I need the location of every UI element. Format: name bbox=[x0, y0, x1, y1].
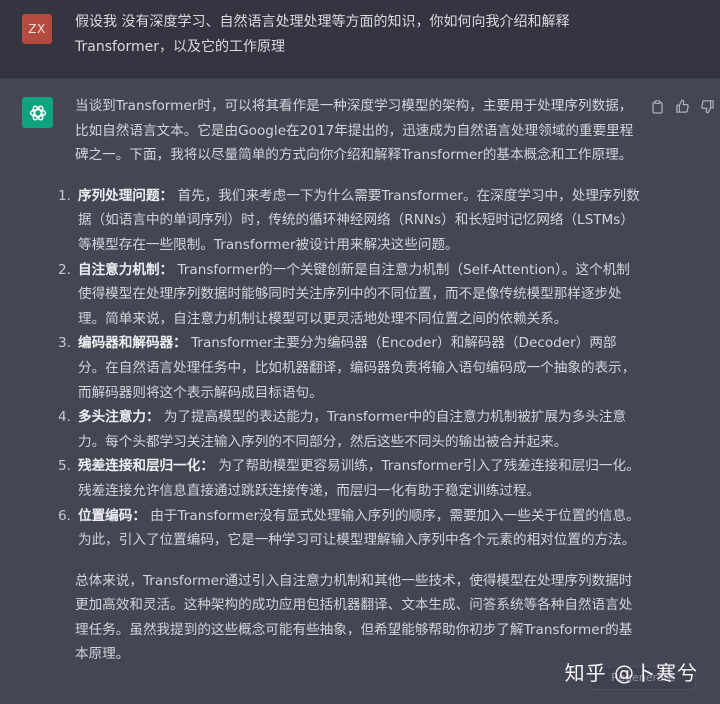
list-item-title: 残差连接和层归一化： bbox=[78, 458, 214, 475]
list-number: 1. bbox=[58, 187, 71, 204]
list-number: 5. bbox=[58, 458, 71, 475]
list-number: 4. bbox=[58, 409, 71, 426]
chat-page: ZX 假设我 没有深度学习、自然语言处理处理等方面的知识，你如何向我介绍和解释T… bbox=[0, 0, 720, 704]
clipboard-icon[interactable] bbox=[649, 98, 666, 115]
list-item: 4. 多头注意力： 为了提高模型的表达能力，Transformer中的自注意力机… bbox=[58, 405, 643, 454]
assistant-message-body: 当谈到Transformer时，可以将其看作是一种深度学习模型的架构，主要用于处… bbox=[58, 94, 643, 667]
list-item: 6. 位置编码： 由于Transformer没有显式处理输入序列的顺序，需要加入… bbox=[58, 504, 643, 553]
intro-paragraph: 当谈到Transformer时，可以将其看作是一种深度学习模型的架构，主要用于处… bbox=[75, 98, 634, 164]
message-actions bbox=[649, 98, 716, 115]
list-item-title: 自注意力机制： bbox=[78, 261, 174, 278]
list-item-title: 编码器和解码器： bbox=[78, 335, 187, 352]
list-item-text: 为了提高模型的表达能力，Transformer中的自注意力机制被扩展为多头注意力… bbox=[78, 409, 627, 450]
thumbs-up-icon[interactable] bbox=[674, 98, 691, 115]
list-item-title: 位置编码： bbox=[78, 507, 146, 524]
list-item-title: 序列处理问题： bbox=[78, 187, 174, 204]
user-message-text: 假设我 没有深度学习、自然语言处理处理等方面的知识，你如何向我介绍和解释Tran… bbox=[75, 14, 570, 55]
watermark: 知乎 @卜寒兮 bbox=[564, 661, 698, 685]
list-number: 6. bbox=[58, 507, 71, 524]
openai-logo-icon bbox=[22, 97, 53, 128]
list-item: 1. 序列处理问题： 首先，我们来考虑一下为什么需要Transformer。在深… bbox=[58, 184, 643, 258]
assistant-message: 当谈到Transformer时，可以将其看作是一种深度学习模型的架构，主要用于处… bbox=[0, 78, 720, 704]
list-item: 2. 自注意力机制： Transformer的一个关键创新是自注意力机制（Sel… bbox=[58, 258, 643, 332]
list-number: 3. bbox=[58, 335, 71, 352]
list-item-text: 由于Transformer没有显式处理输入序列的顺序，需要加入一些关于位置的信息… bbox=[78, 507, 640, 549]
explanation-list: 1. 序列处理问题： 首先，我们来考虑一下为什么需要Transformer。在深… bbox=[58, 184, 643, 553]
list-item-title: 多头注意力： bbox=[78, 409, 160, 426]
user-avatar: ZX bbox=[22, 14, 52, 44]
list-number: 2. bbox=[58, 261, 71, 278]
list-item: 3. 编码器和解码器： Transformer主要分为编码器（Encoder）和… bbox=[58, 331, 643, 405]
summary-paragraph: 总体来说，Transformer通过引入自注意力机制和其他一些技术，使得模型在处… bbox=[75, 572, 633, 663]
list-item: 5. 残差连接和层归一化： 为了帮助模型更容易训练，Transformer引入了… bbox=[58, 454, 643, 503]
thumbs-down-icon[interactable] bbox=[699, 98, 716, 115]
user-message: ZX 假设我 没有深度学习、自然语言处理处理等方面的知识，你如何向我介绍和解释T… bbox=[0, 0, 720, 78]
